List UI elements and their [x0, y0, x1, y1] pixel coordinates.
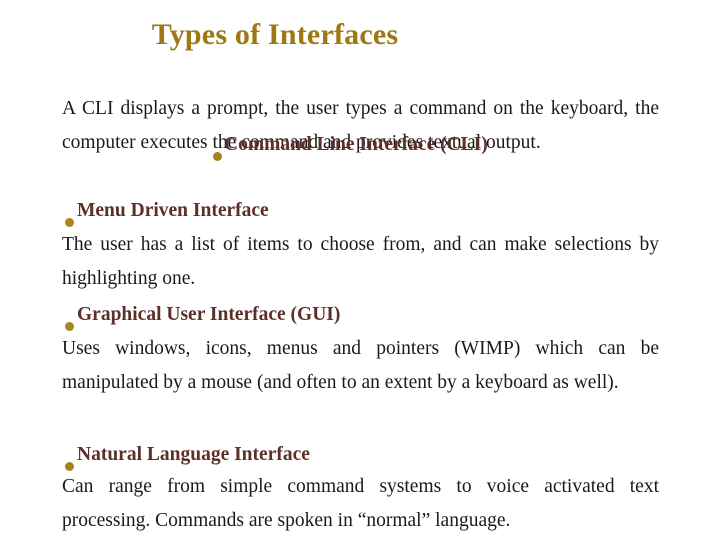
section-heading-command-line-interface: Command Line Interface (CLI): [224, 134, 488, 155]
bullet-marker-command-line-interface: [213, 152, 222, 161]
bullet-marker-natural-language-interface: [65, 462, 74, 471]
section-heading-graphical-user-interface: Graphical User Interface (GUI): [77, 304, 341, 325]
slide-title: Types of Interfaces: [151, 18, 399, 51]
section-heading-natural-language-interface: Natural Language Interface: [77, 444, 310, 465]
bullet-marker-menu-driven-interface: [65, 218, 74, 227]
section-heading-menu-driven-interface: Menu Driven Interface: [77, 200, 269, 221]
section-body-menu-driven-interface: The user has a list of items to choose f…: [62, 234, 659, 289]
presentation-slide: Types of Interfaces Command Line Interfa…: [0, 0, 720, 540]
section-body-graphical-user-interface: Uses windows, icons, menus and pointers …: [62, 338, 659, 393]
bullet-marker-graphical-user-interface: [65, 322, 74, 331]
section-body-natural-language-interface: Can range from simple command systems to…: [62, 476, 659, 531]
